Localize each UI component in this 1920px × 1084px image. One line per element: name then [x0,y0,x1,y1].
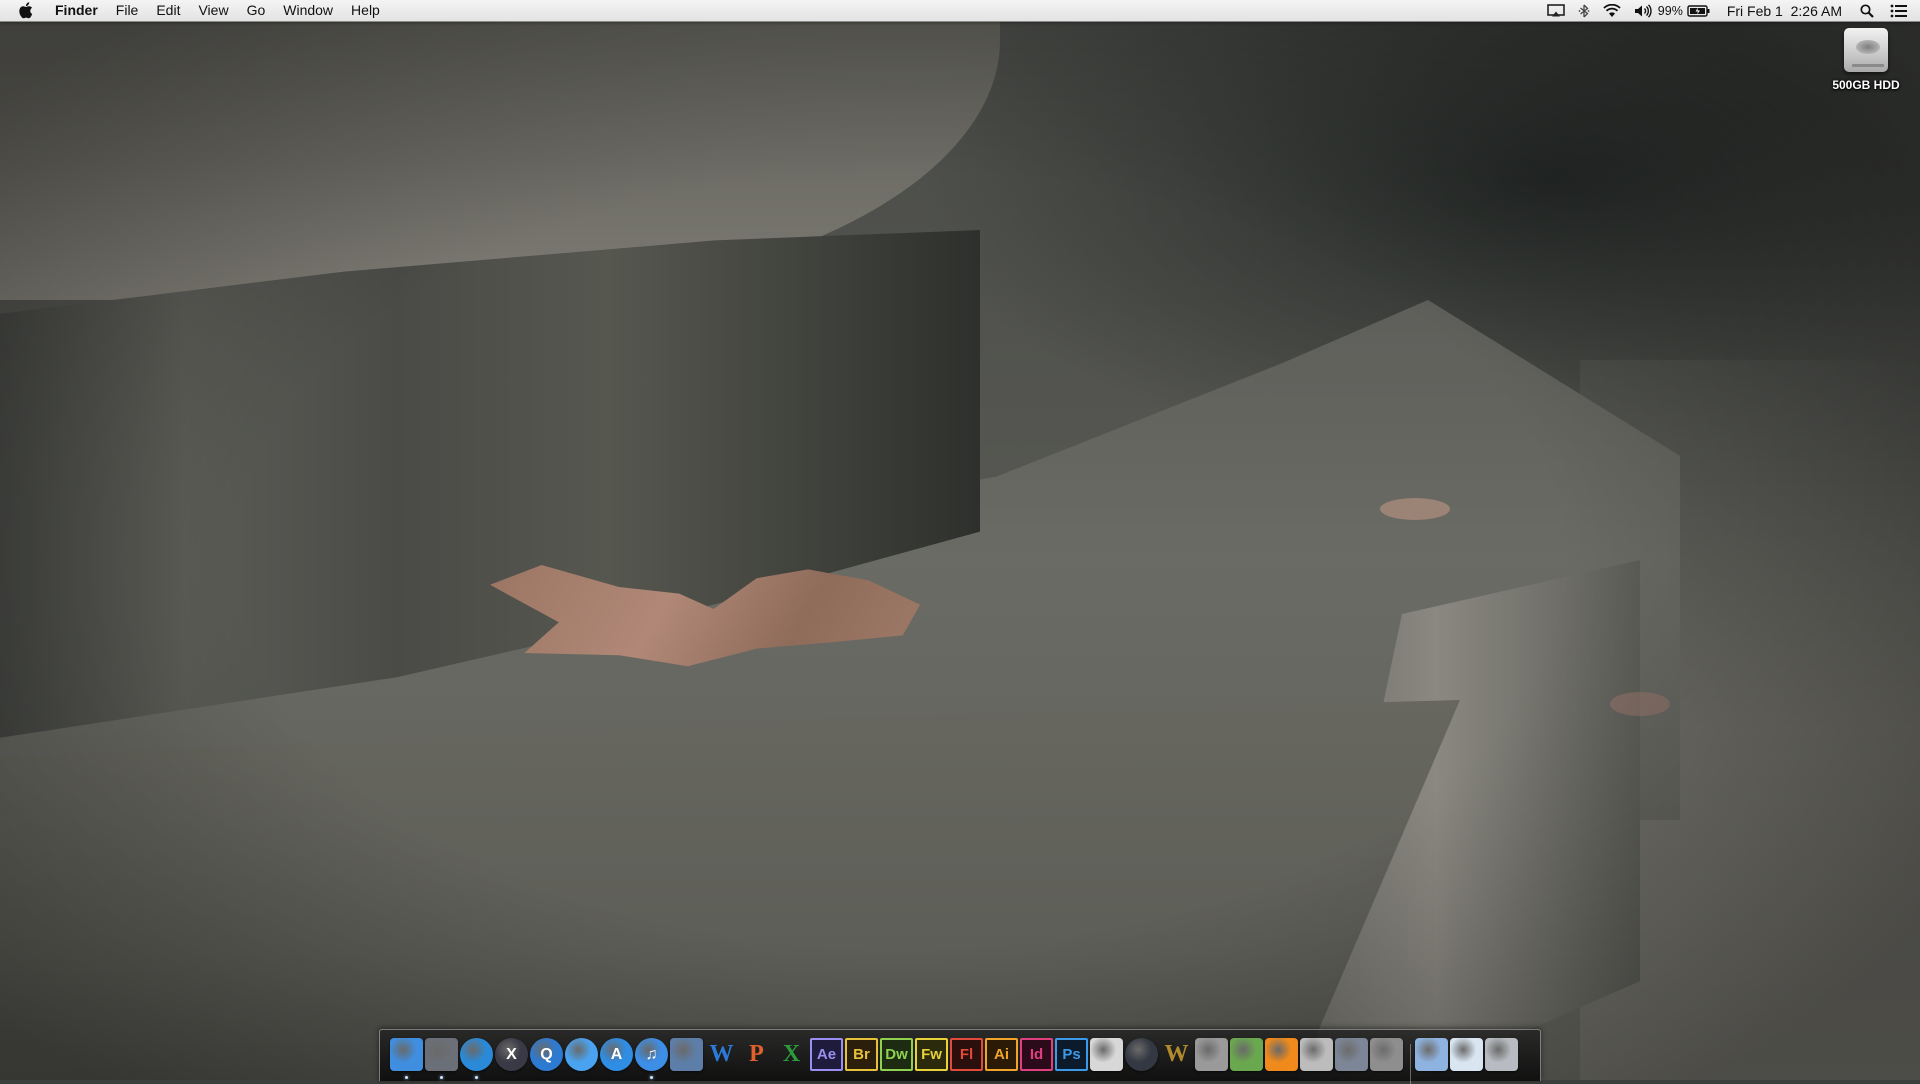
dock-system-preferences-icon[interactable] [1370,1038,1403,1071]
dock-running-indicator [440,1076,443,1079]
airplay-icon[interactable] [1546,0,1565,21]
dock-flash-icon[interactable]: Fl [950,1038,983,1071]
dock: X Q A ♫ W P X Ae Br Dw Fw Fl Ai Id Ps W [379,1029,1541,1084]
dock-items: X Q A ♫ W P X Ae Br Dw Fw Fl Ai Id Ps W [390,1038,1520,1084]
dock-xcode-icon[interactable] [670,1038,703,1071]
desktop-icon-label: 500GB HDD [1832,78,1900,92]
dock-safari-icon[interactable] [460,1038,493,1079]
wifi-icon[interactable] [1603,0,1621,21]
hard-drive-detail [1852,64,1884,67]
dock-after-effects-icon[interactable]: Ae [810,1038,843,1071]
bluetooth-icon[interactable] [1578,0,1590,21]
dock-quicktime-icon[interactable]: Q [530,1038,563,1071]
dock-photoshop-icon[interactable]: Ps [1055,1038,1088,1071]
dock-excel-icon[interactable]: X [775,1038,808,1071]
menu-bar-clock[interactable]: Fri Feb 1 2:26 AM [1727,3,1842,19]
menu-bar-status: 99% Fri Feb 1 2:26 AM [1534,0,1920,21]
dock-launchpad-icon[interactable] [425,1038,458,1079]
dock-app-store-icon[interactable]: A [600,1038,633,1071]
dock-running-indicator [475,1076,478,1079]
dock-word-icon[interactable]: W [705,1038,738,1071]
dock-messages-icon[interactable] [565,1038,598,1071]
dock-steam-icon[interactable] [1195,1038,1228,1071]
menu-app-finder[interactable]: Finder [46,0,107,21]
hard-drive-icon [1842,26,1890,76]
apple-logo-icon[interactable] [14,0,36,21]
desktop-icon-hard-drive[interactable]: 500GB HDD [1816,26,1916,92]
menu-file[interactable]: File [107,0,148,21]
menu-edit[interactable]: Edit [147,0,189,21]
dock-indesign-icon[interactable]: Id [1020,1038,1053,1071]
dock-wow-icon[interactable]: W [1160,1038,1193,1071]
desktop-wallpaper [0,0,1920,1080]
dock-mission-control-icon[interactable]: X [495,1038,528,1071]
dock-screen-capture-icon[interactable] [1335,1038,1368,1071]
dock-downloads-stack-icon[interactable] [1415,1038,1448,1071]
dock-fireworks-icon[interactable]: Fw [915,1038,948,1071]
dock-finder-icon[interactable] [390,1038,423,1079]
dock-minecraft-icon[interactable] [1230,1038,1263,1071]
dock-dvd-player-icon[interactable] [1125,1038,1158,1071]
menu-bar-left: Finder File Edit View Go Window Help [0,0,389,21]
dock-script-editor-icon[interactable] [1300,1038,1333,1071]
volume-icon[interactable] [1634,0,1652,21]
dock-bridge-icon[interactable]: Br [845,1038,878,1071]
dock-documents-stack-icon[interactable] [1450,1038,1483,1071]
menu-view[interactable]: View [189,0,237,21]
notification-center-icon[interactable] [1890,0,1908,21]
menu-help[interactable]: Help [342,0,389,21]
battery-percent[interactable]: 99% [1658,4,1683,18]
menu-go[interactable]: Go [238,0,275,21]
dock-running-indicator [405,1076,408,1079]
dock-powerpoint-icon[interactable]: P [740,1038,773,1071]
hard-drive-body [1844,28,1888,72]
dock-itunes-icon[interactable]: ♫ [635,1038,668,1079]
menu-window[interactable]: Window [274,0,342,21]
dock-illustrator-icon[interactable]: Ai [985,1038,1018,1071]
dock-acrobat-icon[interactable] [1090,1038,1123,1071]
hard-drive-detail [1856,40,1880,54]
menu-bar: Finder File Edit View Go Window Help 99%… [0,0,1920,22]
dock-dreamweaver-icon[interactable]: Dw [880,1038,913,1071]
dock-vlc-icon[interactable] [1265,1038,1298,1071]
battery-icon[interactable] [1687,0,1711,21]
spotlight-icon[interactable] [1860,0,1874,21]
dock-separator [1410,1044,1411,1084]
dock-running-indicator [650,1076,653,1079]
wallpaper-vignette [0,0,1920,1080]
dock-trash-icon[interactable] [1485,1038,1518,1071]
